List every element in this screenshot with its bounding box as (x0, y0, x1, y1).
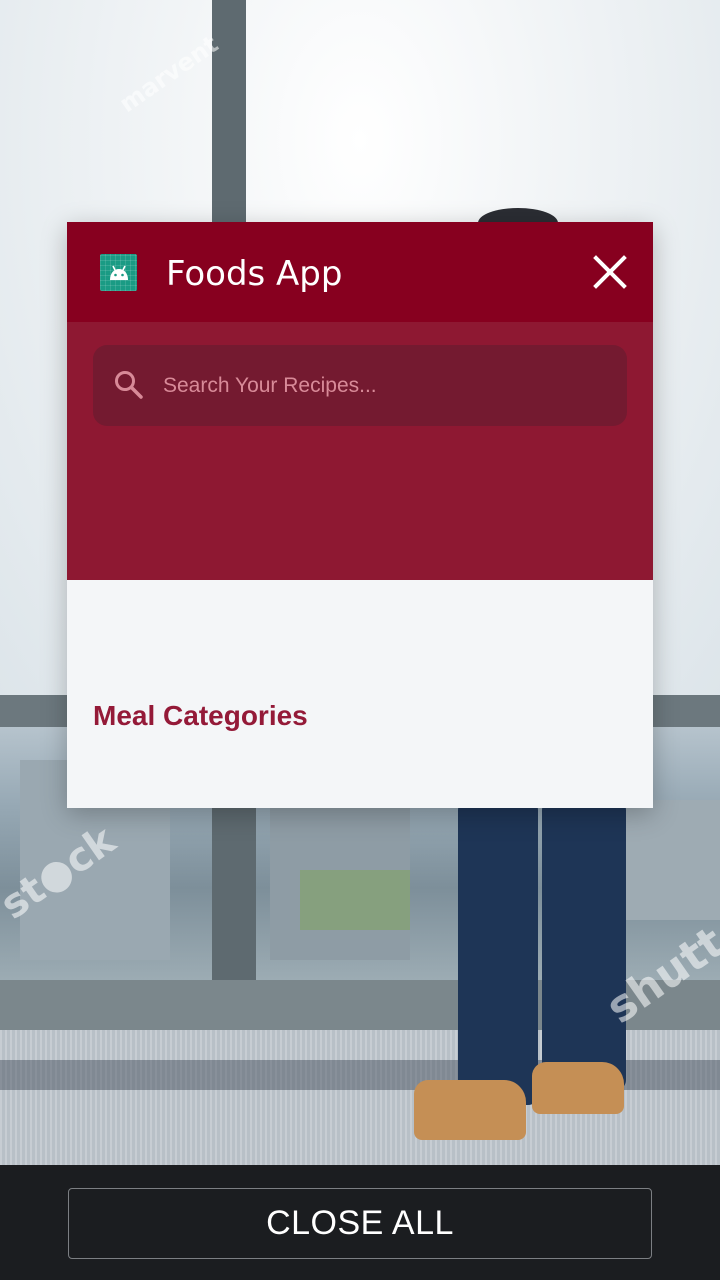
wallpaper-building (620, 800, 720, 920)
person-shoe (532, 1062, 624, 1114)
search-icon (113, 369, 145, 401)
person-leg (542, 800, 626, 1090)
person-shoe (414, 1080, 526, 1140)
wallpaper-building (300, 870, 410, 930)
android-app-icon (100, 254, 137, 291)
app-hero-section (67, 322, 653, 580)
search-bar[interactable] (93, 345, 627, 426)
recent-app-card[interactable]: Foods App Meal Categories (67, 222, 653, 808)
close-icon[interactable] (592, 254, 628, 290)
recent-app-title: Foods App (166, 254, 343, 294)
person-leg (458, 800, 538, 1105)
section-title: Meal Categories (93, 700, 308, 731)
recent-app-header: Foods App (67, 222, 653, 322)
app-body: Meal Categories (67, 580, 653, 808)
recents-bottom-bar: CLOSE ALL (0, 1165, 720, 1280)
close-all-button[interactable]: CLOSE ALL (68, 1188, 652, 1259)
search-input[interactable] (163, 367, 603, 405)
